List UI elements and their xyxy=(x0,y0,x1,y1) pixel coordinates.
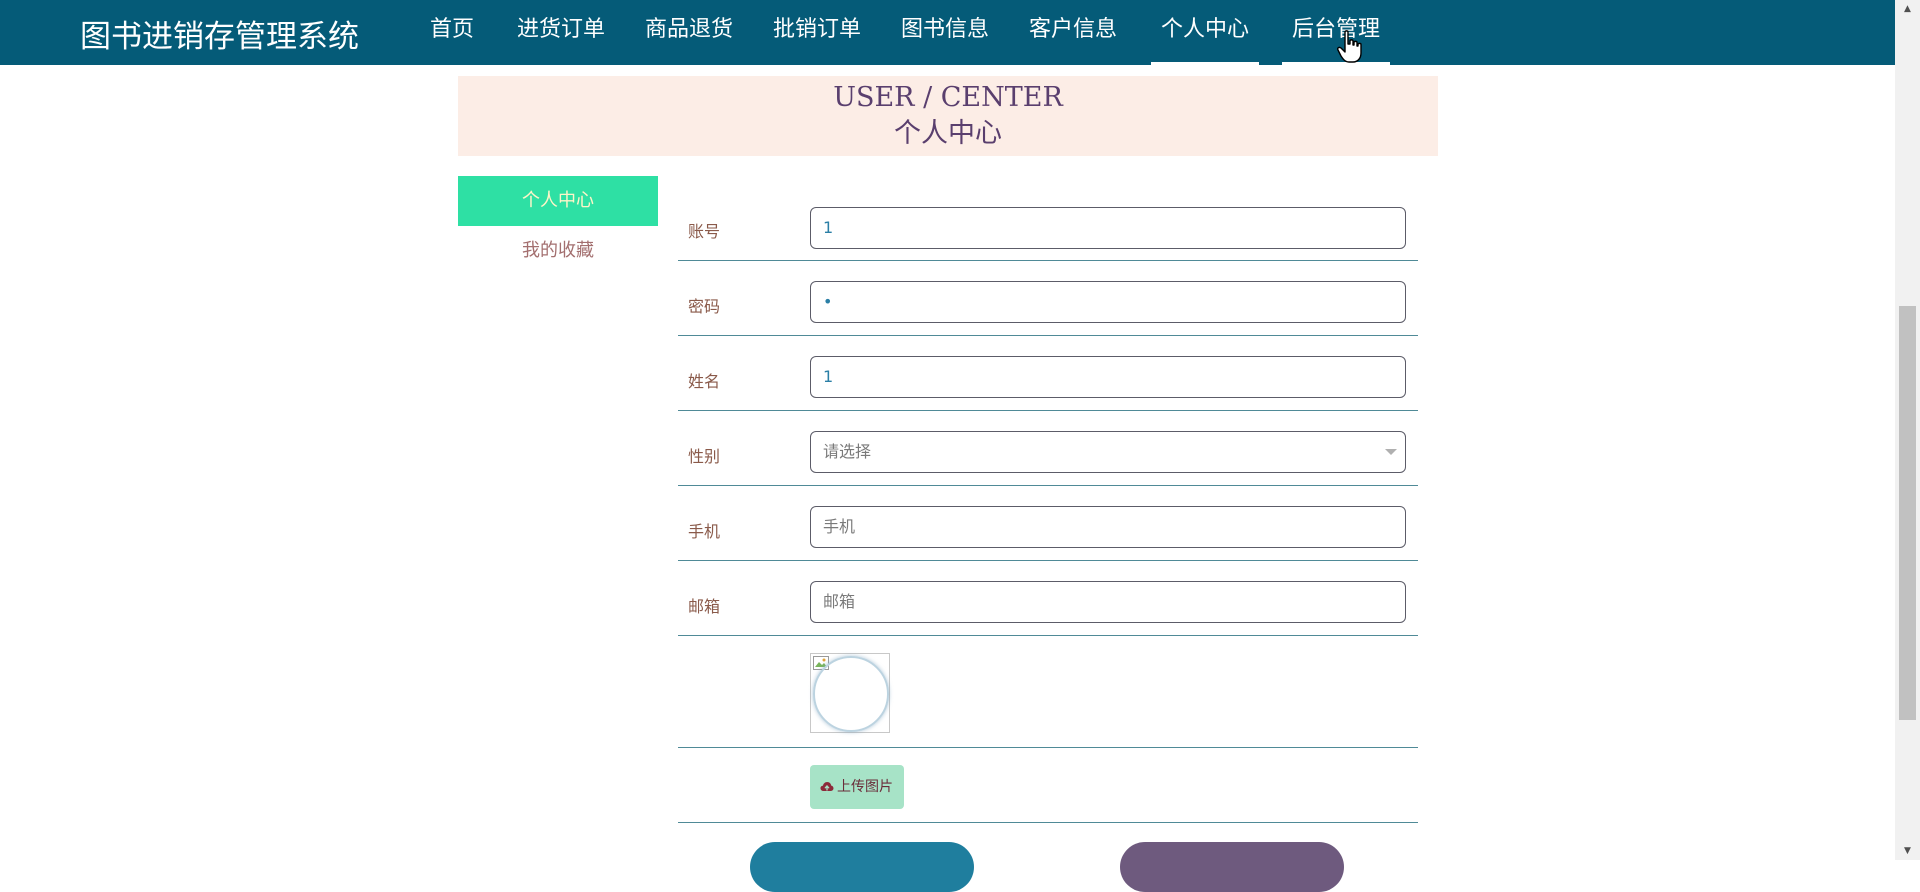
nav-admin[interactable]: 后台管理 xyxy=(1282,0,1390,65)
nav-customer-info[interactable]: 客户信息 xyxy=(1029,0,1117,65)
chevron-down-icon xyxy=(1385,449,1397,455)
form-row-phone: 手机 手机 xyxy=(678,485,1418,561)
scroll-up-arrow-icon[interactable]: ▲ xyxy=(1895,0,1920,18)
avatar-circle xyxy=(813,656,889,732)
name-input[interactable]: 1 xyxy=(810,356,1406,398)
gender-select-value: 请选择 xyxy=(823,442,872,461)
account-label: 账号 xyxy=(688,222,721,241)
gender-label: 性别 xyxy=(688,447,721,466)
email-input[interactable]: 邮箱 xyxy=(810,581,1406,623)
page-banner: USER / CENTER 个人中心 xyxy=(458,76,1438,156)
nav-purchase-orders[interactable]: 进货订单 xyxy=(517,0,605,65)
form-row-account: 账号 1 xyxy=(678,203,1418,261)
banner-title-cn: 个人中心 xyxy=(894,118,1002,149)
nav-book-info[interactable]: 图书信息 xyxy=(901,0,989,65)
top-navigation-bar: 图书进销存管理系统 首页 进货订单 商品退货 批销订单 图书信息 客户信息 个人… xyxy=(0,0,1895,65)
form-row-avatar xyxy=(678,635,1418,748)
page-scrollbar[interactable]: ▲ ▼ xyxy=(1895,0,1920,860)
nav-wholesale-orders[interactable]: 批销订单 xyxy=(773,0,861,65)
hand-pointer-icon xyxy=(1337,30,1362,63)
form-row-gender: 性别 请选择 xyxy=(678,410,1418,486)
gender-select[interactable]: 请选择 xyxy=(810,431,1406,473)
form-row-email: 邮箱 邮箱 xyxy=(678,560,1418,636)
nav-returns[interactable]: 商品退货 xyxy=(645,0,733,65)
phone-label: 手机 xyxy=(688,522,721,541)
name-label: 姓名 xyxy=(688,372,721,391)
scroll-down-arrow-icon[interactable]: ▼ xyxy=(1895,842,1920,860)
sidebar-item-favorites[interactable]: 我的收藏 xyxy=(458,226,658,276)
upload-image-button[interactable]: 上传图片 xyxy=(810,765,904,809)
form-row-password: 密码 • xyxy=(678,260,1418,336)
email-label: 邮箱 xyxy=(688,597,721,616)
nav-home[interactable]: 首页 xyxy=(430,0,474,65)
save-button[interactable] xyxy=(750,842,974,892)
password-input[interactable]: • xyxy=(810,281,1406,323)
upload-image-label: 上传图片 xyxy=(837,779,893,795)
form-row-upload: 上传图片 xyxy=(678,747,1418,823)
avatar xyxy=(810,653,890,733)
form-row-name: 姓名 1 xyxy=(678,335,1418,411)
logout-button[interactable] xyxy=(1120,842,1344,892)
nav-personal-center[interactable]: 个人中心 xyxy=(1151,0,1259,65)
sidebar-item-personal-center[interactable]: 个人中心 xyxy=(458,176,658,226)
phone-input[interactable]: 手机 xyxy=(810,506,1406,548)
account-input[interactable]: 1 xyxy=(810,207,1406,249)
scrollbar-thumb[interactable] xyxy=(1899,306,1916,720)
app-title: 图书进销存管理系统 xyxy=(80,19,359,55)
cloud-upload-icon xyxy=(820,782,834,791)
password-label: 密码 xyxy=(688,297,721,316)
banner-title-en: USER / CENTER xyxy=(833,82,1063,113)
